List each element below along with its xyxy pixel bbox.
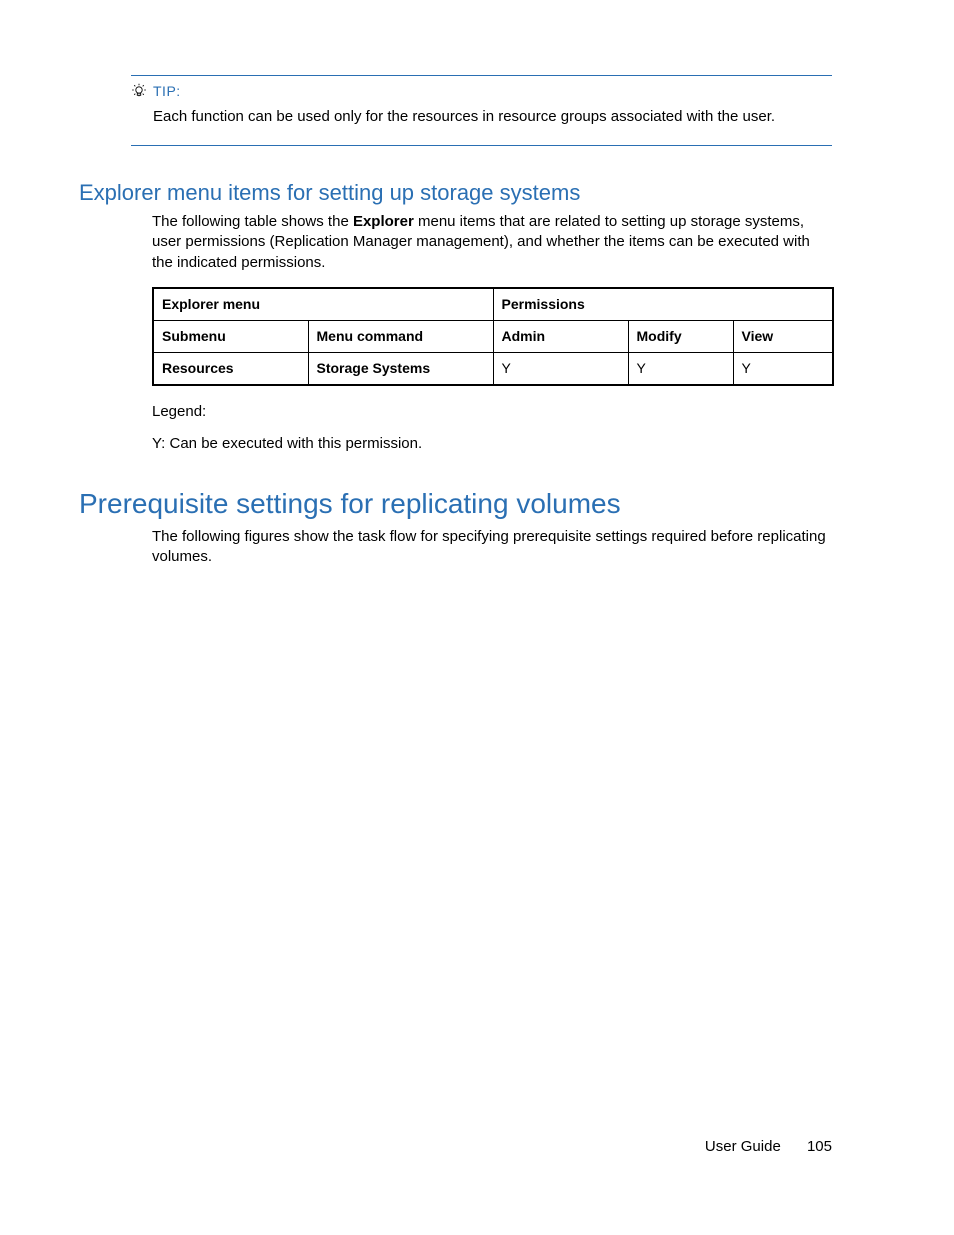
th-admin: Admin — [493, 320, 628, 352]
page: TIP: Each function can be used only for … — [0, 0, 954, 1235]
tip-body: Each function can be used only for the r… — [131, 101, 832, 127]
section2-intro: The following figures show the task flow… — [152, 527, 832, 568]
permissions-table: Explorer menu Permissions Submenu Menu c… — [152, 287, 834, 386]
th-view: View — [733, 320, 833, 352]
tip-lightbulb-icon — [131, 83, 147, 99]
footer-doc-title: User Guide — [705, 1138, 781, 1155]
cell-modify: Y — [628, 352, 733, 384]
tip-label: TIP: — [153, 82, 181, 101]
page-footer: User Guide 105 — [705, 1137, 832, 1157]
th-modify: Modify — [628, 320, 733, 352]
cell-view: Y — [733, 352, 833, 384]
th-explorer-menu: Explorer menu — [153, 288, 493, 320]
section1-intro-bold: Explorer — [353, 213, 414, 230]
th-permissions: Permissions — [493, 288, 833, 320]
table-header-row-2: Submenu Menu command Admin Modify View — [153, 320, 833, 352]
th-menu-command: Menu command — [308, 320, 493, 352]
heading-explorer-menu-items: Explorer menu items for setting up stora… — [79, 178, 580, 208]
permissions-table-wrap: Explorer menu Permissions Submenu Menu c… — [152, 287, 832, 386]
heading-prerequisite-settings: Prerequisite settings for replicating vo… — [79, 485, 621, 523]
section1-intro: The following table shows the Explorer m… — [152, 212, 832, 273]
cell-admin: Y — [493, 352, 628, 384]
cell-submenu: Resources — [153, 352, 308, 384]
tip-header-row: TIP: — [131, 82, 832, 101]
section1-intro-pre: The following table shows the — [152, 213, 353, 230]
table-row: Resources Storage Systems Y Y Y — [153, 352, 833, 384]
cell-menucmd: Storage Systems — [308, 352, 493, 384]
tip-callout: TIP: Each function can be used only for … — [131, 75, 832, 146]
th-submenu: Submenu — [153, 320, 308, 352]
table-header-row-1: Explorer menu Permissions — [153, 288, 833, 320]
footer-page-number: 105 — [807, 1137, 832, 1157]
legend-label: Legend: — [152, 402, 832, 422]
legend-line1: Y: Can be executed with this permission. — [152, 434, 832, 454]
